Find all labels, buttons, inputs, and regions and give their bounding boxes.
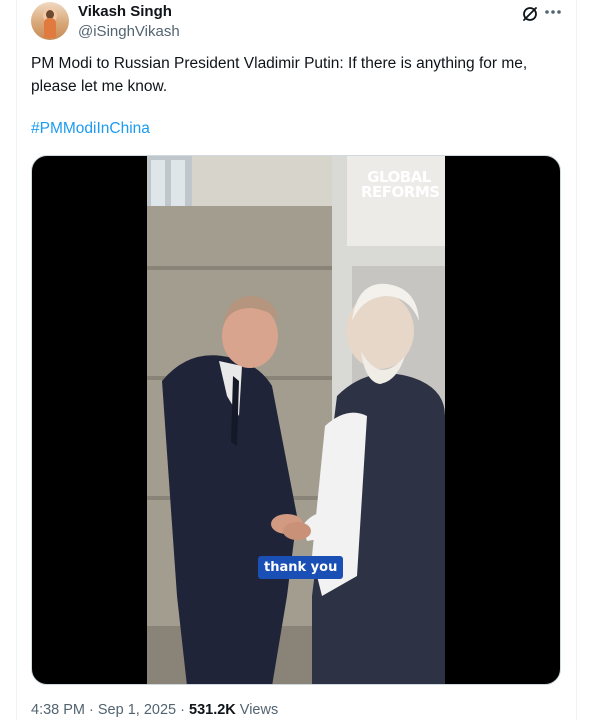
tweet-date[interactable]: Sep 1, 2025	[98, 702, 176, 718]
views-count: 531.2K	[189, 702, 236, 718]
avatar-figure	[44, 18, 56, 38]
meta-separator: ·	[85, 702, 98, 718]
views-label: Views	[239, 702, 279, 718]
author-handle[interactable]: @iSinghVikash	[78, 23, 180, 40]
grok-button[interactable]	[520, 4, 540, 24]
tweet-time[interactable]: 4:38 PM	[31, 702, 85, 718]
watermark-line2: REFORMS	[361, 183, 440, 201]
tweet-text: PM Modi to Russian President Vladimir Pu…	[31, 55, 528, 95]
video-watermark: GLOBAL REFORMS	[361, 170, 440, 201]
video-frame: GLOBAL REFORMS thank you	[147, 156, 445, 684]
video-still	[147, 156, 445, 684]
avatar[interactable]	[31, 2, 69, 40]
tweet-meta: 4:38 PM · Sep 1, 2025 · 531.2K Views	[31, 702, 278, 718]
hashtag-link[interactable]: #PMModiInChina	[31, 120, 150, 138]
meta-separator-2: ·	[176, 702, 189, 718]
video-caption: thank you	[258, 556, 344, 579]
author-name[interactable]: Vikash Singh	[78, 3, 172, 20]
more-button[interactable]	[543, 2, 563, 22]
video-player[interactable]: GLOBAL REFORMS thank you	[31, 155, 561, 685]
grok-icon	[523, 7, 537, 21]
more-icon	[545, 10, 561, 14]
